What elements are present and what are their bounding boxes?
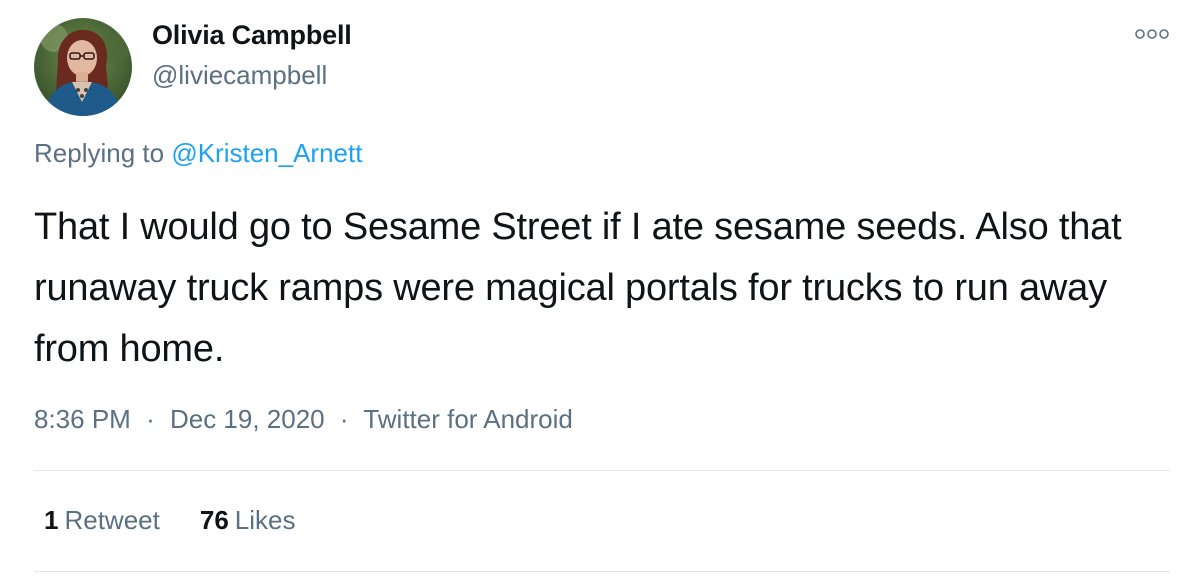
likes-stat[interactable]: 76 Likes [200, 505, 296, 536]
tweet-metadata: 8:36 PM · Dec 19, 2020 · Twitter for And… [34, 404, 573, 435]
meta-separator: · [146, 404, 155, 434]
tweet-time-link[interactable]: 8:36 PM [34, 404, 131, 434]
avatar[interactable] [34, 18, 132, 116]
likes-label: Likes [234, 505, 296, 535]
retweets-stat[interactable]: 1 Retweet [44, 505, 160, 536]
likes-count: 76 [199, 505, 229, 535]
divider [34, 470, 1170, 471]
retweets-label: Retweet [64, 505, 160, 535]
replying-to-label: Replying to [34, 138, 165, 168]
retweets-count: 1 [44, 505, 59, 535]
avatar-photo [34, 18, 132, 116]
divider [34, 571, 1170, 572]
author-handle[interactable]: @liviecampbell [152, 60, 327, 91]
engagement-stats: 1 Retweet 76 Likes [44, 505, 295, 536]
tweet-source-link[interactable]: Twitter for Android [363, 404, 573, 434]
replying-to: Replying to @Kristen_Arnett [34, 138, 362, 169]
tweet-card: Olivia Campbell @liviecampbell Replying … [0, 0, 1204, 576]
tweet-text: That I would go to Sesame Street if I at… [34, 206, 1122, 370]
reply-mention-link[interactable]: @Kristen_Arnett [171, 138, 362, 168]
tweet-date-link[interactable]: Dec 19, 2020 [170, 404, 325, 434]
meta-separator: · [339, 404, 349, 434]
author-name[interactable]: Olivia Campbell [152, 20, 352, 51]
more-options-icon[interactable] [1132, 24, 1172, 44]
